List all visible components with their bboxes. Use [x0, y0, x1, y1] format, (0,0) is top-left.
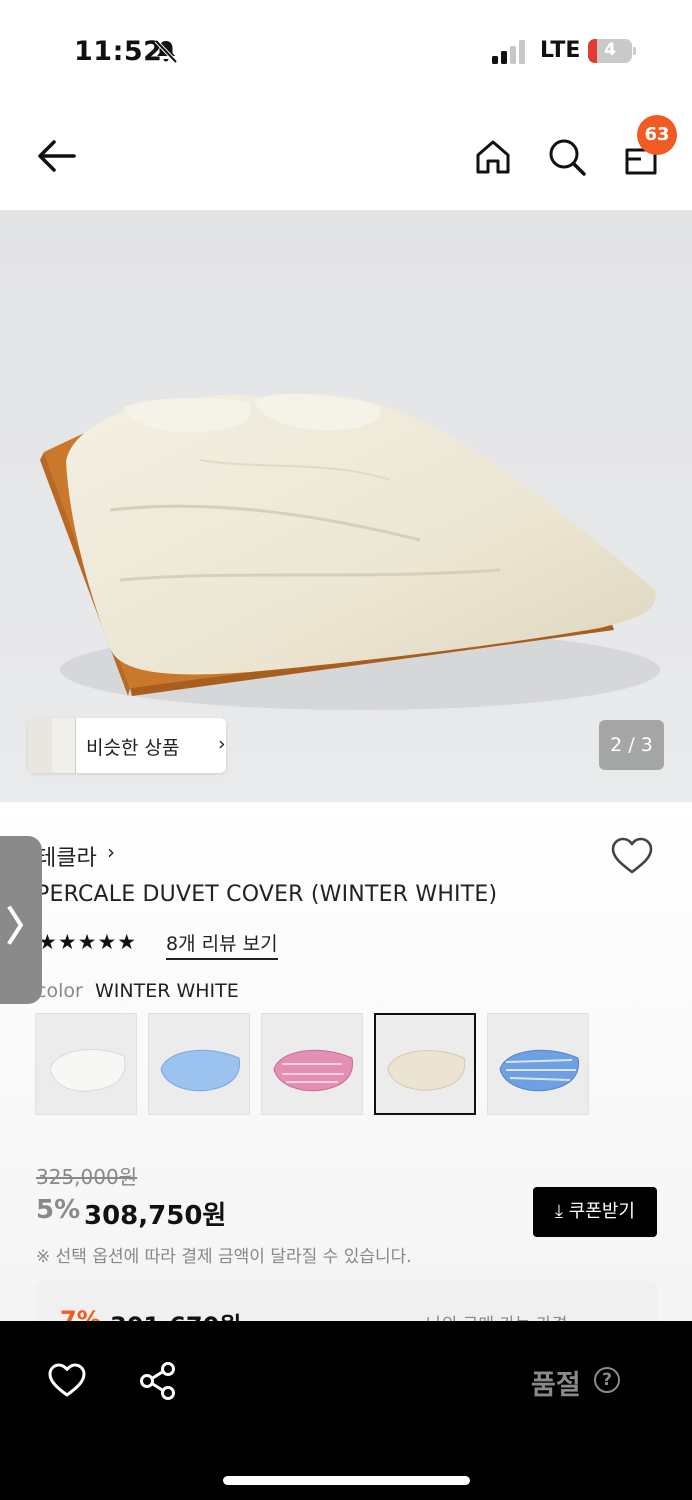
swatch-winter-white[interactable]	[374, 1013, 476, 1115]
soldout-label: 품절	[531, 1370, 581, 1401]
top-nav: 63	[0, 100, 692, 210]
battery-level: 4	[604, 40, 616, 60]
color-option-label: color	[36, 980, 83, 1002]
bottom-action-bar: 품절 ?	[0, 1321, 692, 1500]
swatch-pink[interactable]	[261, 1013, 363, 1115]
share-icon[interactable]	[138, 1361, 178, 1401]
similar-products-button[interactable]: 비슷한 상품 ›	[28, 718, 226, 773]
product-photo	[0, 210, 692, 802]
color-option-value: WINTER WHITE	[95, 980, 239, 1002]
coupon-button-label: 쿠폰받기	[568, 1201, 635, 1222]
member-price: 301,670원	[110, 1306, 241, 1322]
cart-count-badge: 63	[637, 115, 677, 155]
brand-link[interactable]: 테클라	[36, 840, 97, 872]
side-drawer-tab[interactable]: 〉	[0, 836, 46, 1004]
rating-stars: ★★★★★	[38, 930, 138, 954]
product-info: 테클라 › PERCALE DUVET COVER (WINTER WHITE)…	[0, 802, 692, 1322]
back-arrow-icon[interactable]	[34, 136, 78, 176]
similar-thumbnails	[28, 718, 92, 773]
reviews-link[interactable]: 8개 리뷰 보기	[166, 929, 278, 960]
image-pager: 2 / 3	[599, 720, 664, 770]
price-notice: ※ 선택 옵션에 따라 결제 금액이 달라질 수 있습니다.	[36, 1247, 412, 1267]
original-price: 325,000원	[36, 1165, 138, 1189]
product-image-carousel[interactable]: 비슷한 상품 › 2 / 3	[0, 210, 692, 802]
swatch-blue[interactable]	[148, 1013, 250, 1115]
similar-products-label: 비슷한 상품	[86, 737, 180, 759]
bell-muted-icon	[154, 39, 178, 64]
help-icon[interactable]: ?	[594, 1367, 620, 1393]
status-time: 11:52	[74, 36, 163, 67]
search-icon[interactable]	[546, 136, 588, 178]
network-label: LTE	[540, 38, 581, 63]
swatch-blue-stripe[interactable]	[487, 1013, 589, 1115]
swatch-white[interactable]	[35, 1013, 137, 1115]
chevron-right-icon: ›	[218, 733, 226, 755]
home-indicator	[223, 1476, 470, 1485]
member-discount-rate: 7%	[60, 1306, 101, 1322]
download-icon: ⤓	[555, 1201, 569, 1222]
home-icon[interactable]	[472, 136, 514, 178]
heart-icon[interactable]	[48, 1363, 86, 1399]
color-swatches	[35, 1013, 595, 1115]
member-price-box[interactable]: 7% 301,670원 나의 구매 가능 가격	[36, 1280, 657, 1322]
chevron-right-icon: 〉	[6, 904, 46, 950]
status-bar: 11:52 LTE 4	[0, 0, 692, 100]
product-title: PERCALE DUVET COVER (WINTER WHITE)	[36, 882, 498, 907]
battery-icon: 4	[588, 39, 636, 63]
signal-icon	[492, 40, 525, 64]
sale-price: 308,750원	[84, 1201, 227, 1231]
discount-rate: 5%	[36, 1195, 81, 1225]
coupon-button[interactable]: ⤓ 쿠폰받기	[533, 1187, 657, 1237]
heart-icon[interactable]	[610, 836, 654, 876]
chevron-right-icon: ›	[107, 840, 115, 864]
